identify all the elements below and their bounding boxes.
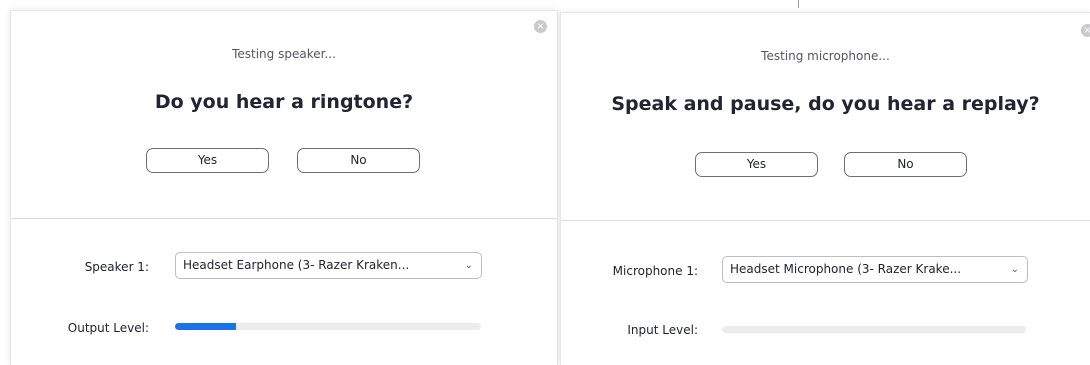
section-divider bbox=[561, 220, 1090, 221]
microphone-test-panel: × Testing microphone... Speak and pause,… bbox=[560, 12, 1090, 365]
mic-device-label: Microphone 1: bbox=[612, 264, 698, 278]
app-stage: × Testing speaker... Do you hear a ringt… bbox=[0, 0, 1090, 365]
speaker-test-panel: × Testing speaker... Do you hear a ringt… bbox=[10, 10, 558, 365]
input-level-label: Input Level: bbox=[627, 323, 698, 337]
speaker-device-label: Speaker 1: bbox=[84, 260, 149, 274]
speaker-device-value: Headset Earphone (3- Razer Kraken... bbox=[183, 258, 410, 272]
output-level-fill bbox=[175, 323, 237, 330]
mic-device-select[interactable]: Headset Microphone (3- Razer Krake... ⌄ bbox=[722, 256, 1028, 283]
section-divider bbox=[11, 218, 557, 219]
speaker-yes-button[interactable]: Yes bbox=[146, 148, 269, 173]
mic-question: Speak and pause, do you hear a replay? bbox=[611, 93, 1040, 115]
window-edge-mark bbox=[798, 0, 799, 8]
mic-yes-button[interactable]: Yes bbox=[695, 152, 818, 177]
speaker-no-button[interactable]: No bbox=[297, 148, 420, 173]
speaker-device-select[interactable]: Headset Earphone (3- Razer Kraken... ⌄ bbox=[175, 252, 482, 279]
close-icon[interactable]: × bbox=[1081, 24, 1090, 37]
mic-device-value: Headset Microphone (3- Razer Krake... bbox=[730, 262, 962, 276]
chevron-down-icon: ⌄ bbox=[1010, 264, 1019, 275]
mic-status-text: Testing microphone... bbox=[761, 49, 890, 63]
mic-no-button[interactable]: No bbox=[844, 152, 967, 177]
input-level-meter bbox=[722, 326, 1026, 333]
speaker-status-text: Testing speaker... bbox=[232, 47, 336, 61]
close-icon[interactable]: × bbox=[534, 20, 547, 33]
chevron-down-icon: ⌄ bbox=[464, 260, 473, 271]
output-level-label: Output Level: bbox=[67, 321, 149, 335]
output-level-meter bbox=[175, 323, 481, 330]
speaker-question: Do you hear a ringtone? bbox=[154, 91, 414, 113]
